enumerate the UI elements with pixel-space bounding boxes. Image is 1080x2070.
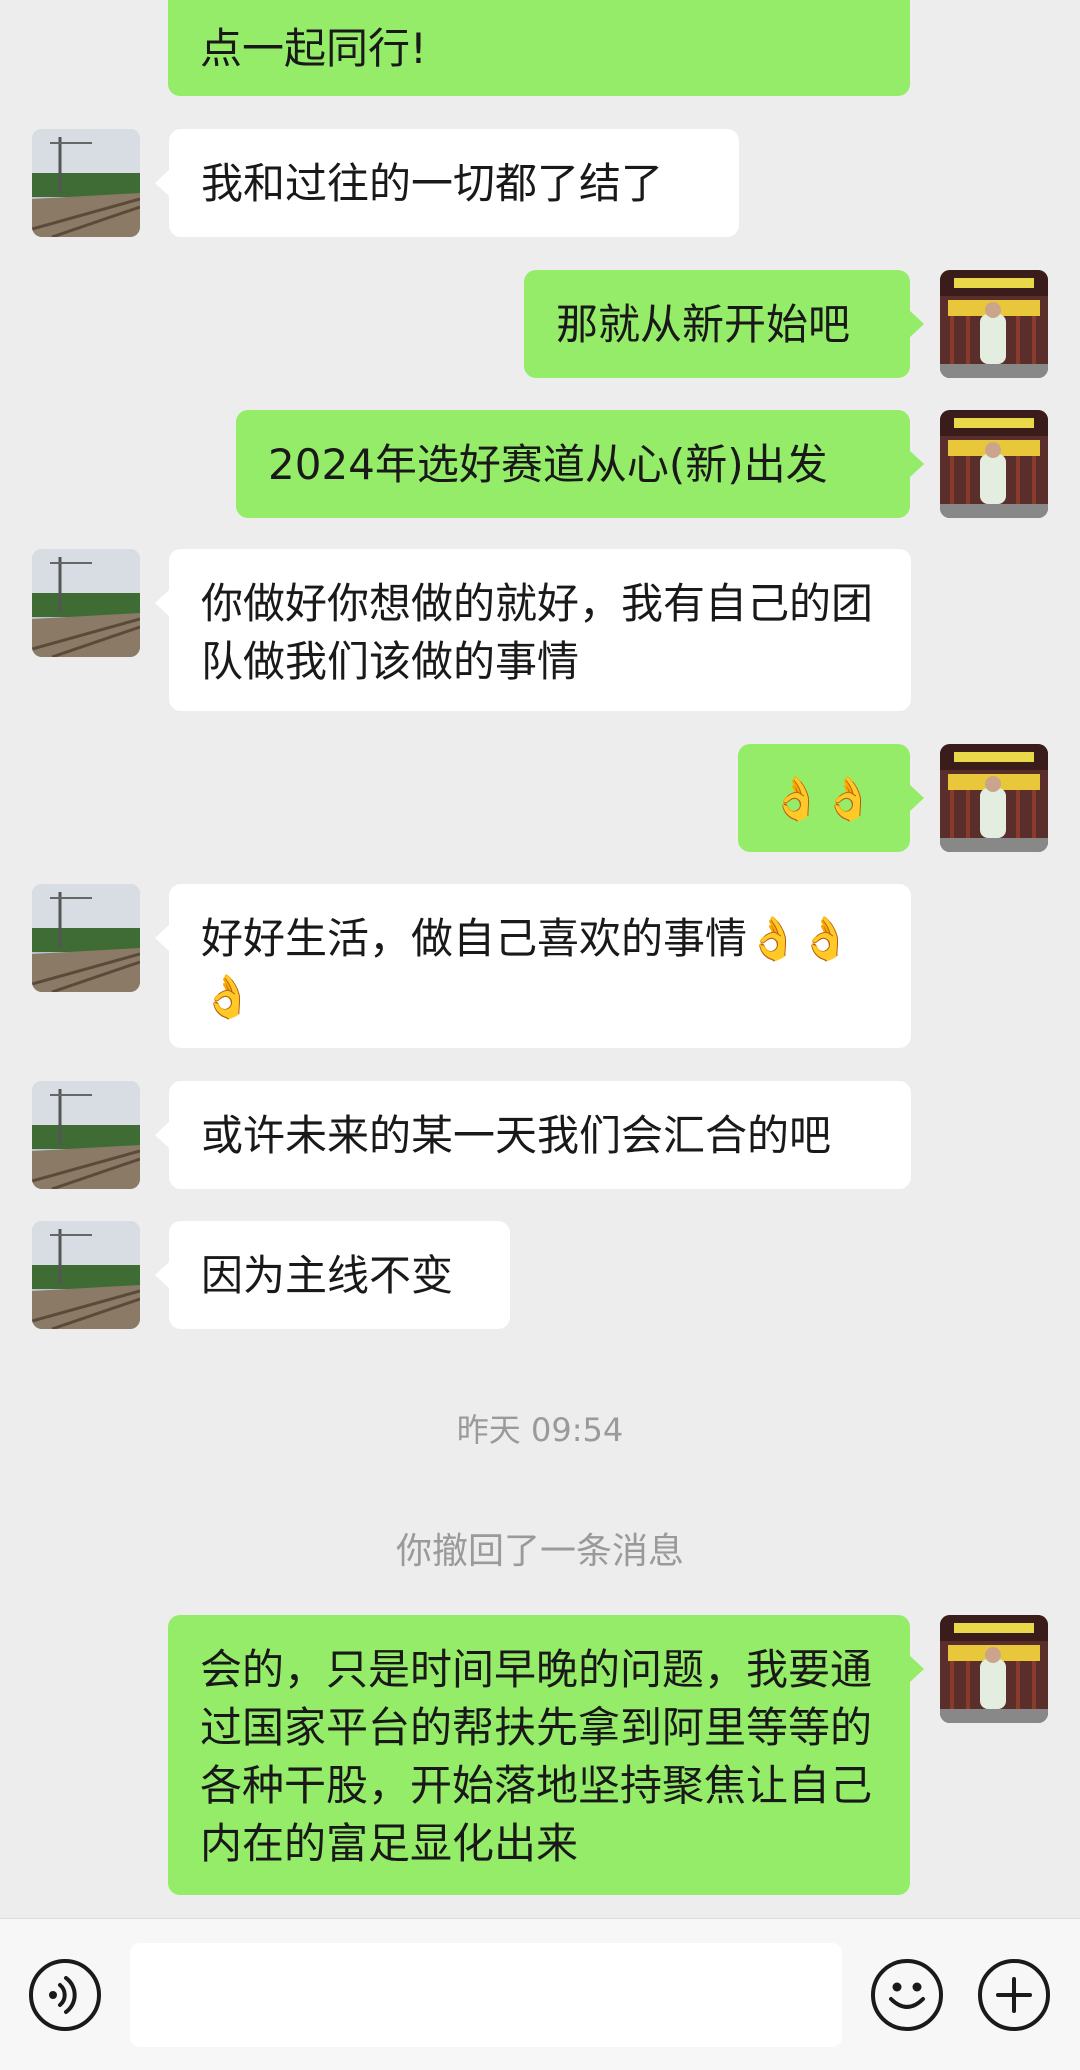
- chat-history[interactable]: 点一起同行! 我和过往的一切都了结了 那就从新开始吧 2024年选好赛道从心(新…: [0, 0, 1080, 1918]
- incoming-message[interactable]: 你做好你想做的就好，我有自己的团队做我们该做的事情: [155, 549, 911, 711]
- message-text-field[interactable]: [130, 1943, 842, 2047]
- contact-avatar[interactable]: [32, 1221, 140, 1329]
- voice-icon: [49, 1976, 77, 2014]
- my-avatar[interactable]: [940, 744, 1048, 852]
- outgoing-message[interactable]: 👌👌: [738, 744, 924, 852]
- contact-avatar[interactable]: [32, 884, 140, 992]
- outgoing-message[interactable]: 那就从新开始吧: [524, 270, 924, 378]
- incoming-message[interactable]: 我和过往的一切都了结了: [155, 129, 739, 237]
- incoming-message[interactable]: 或许未来的某一天我们会汇合的吧: [155, 1081, 911, 1189]
- message-input-bar: [0, 1918, 1080, 2070]
- outgoing-message[interactable]: 会的，只是时间早晚的问题，我要通过国家平台的帮扶先拿到阿里等等的各种干股，开始落…: [168, 1615, 924, 1895]
- outgoing-message[interactable]: 点一起同行!: [168, 0, 910, 96]
- my-avatar[interactable]: [940, 410, 1048, 518]
- voice-button[interactable]: [29, 1959, 101, 2031]
- contact-avatar[interactable]: [32, 549, 140, 657]
- recall-notice: 你撤回了一条消息: [395, 1531, 684, 1572]
- incoming-message[interactable]: 因为主线不变: [155, 1221, 510, 1329]
- my-avatar[interactable]: [940, 1615, 1048, 1723]
- more-button[interactable]: [978, 1959, 1050, 2031]
- my-avatar[interactable]: [940, 270, 1048, 378]
- emoji-icon: [889, 1982, 925, 2009]
- outgoing-message[interactable]: 2024年选好赛道从心(新)出发: [236, 410, 924, 518]
- plus-icon: [996, 1977, 1032, 2013]
- contact-avatar[interactable]: [32, 1081, 140, 1189]
- contact-avatar[interactable]: [32, 129, 140, 237]
- incoming-message[interactable]: 好好生活，做自己喜欢的事情👌👌👌: [155, 884, 911, 1048]
- chat-timestamp: 昨天 09:54: [456, 1411, 624, 1449]
- emoji-button[interactable]: [871, 1959, 943, 2031]
